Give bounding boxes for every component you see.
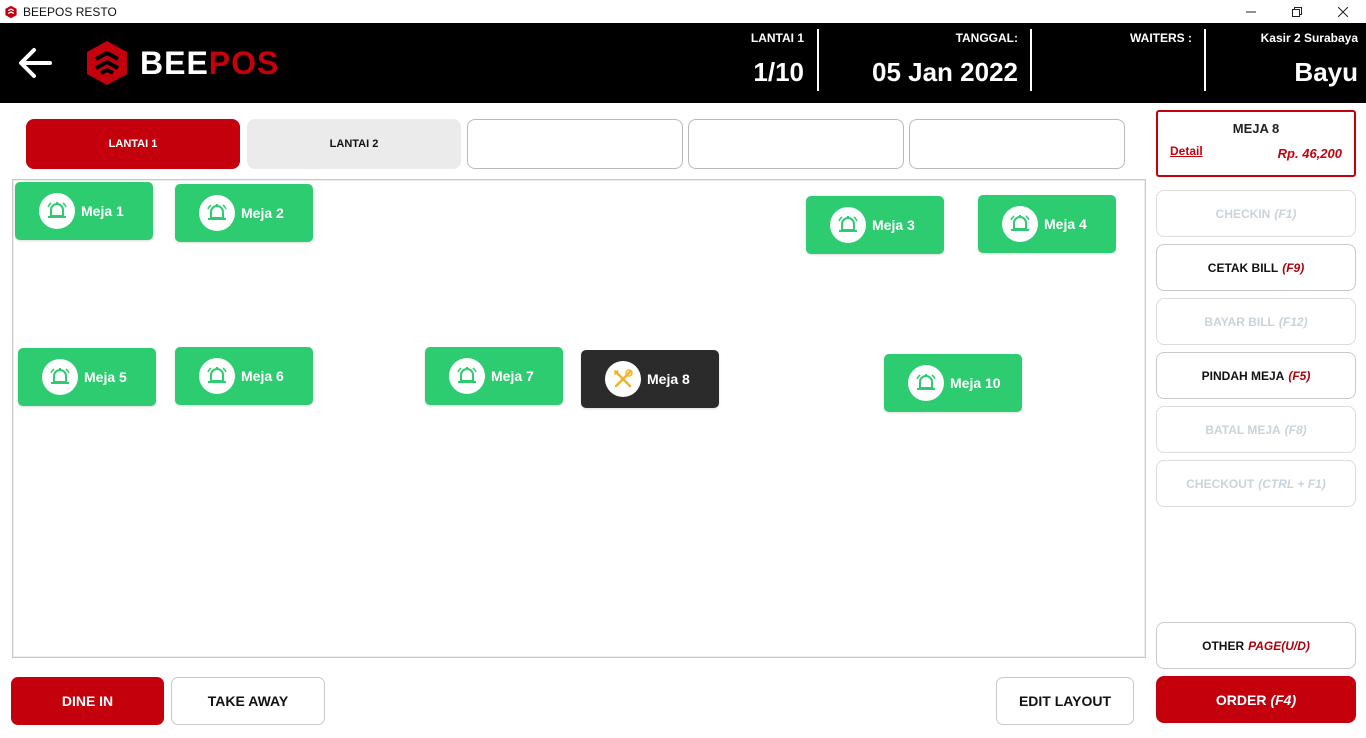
table-meja-7[interactable]: Meja 7 [425, 347, 563, 405]
header-divider [817, 29, 819, 91]
table-name: Meja 5 [84, 369, 127, 385]
table-meja-8[interactable]: Meja 8 [581, 350, 719, 408]
brand-name: BEEPOS [140, 45, 279, 82]
cashier-name: Bayu [1294, 57, 1358, 87]
brand-name-bee: BEE [140, 44, 209, 81]
shortcut-key: (F8) [1284, 422, 1307, 437]
brand-name-pos: POS [208, 44, 280, 81]
table-name: Meja 7 [491, 368, 534, 384]
button-label: OTHER [1202, 638, 1245, 653]
window-controls [1228, 0, 1366, 23]
button-label: CHECKIN [1215, 206, 1271, 221]
header-divider [1204, 29, 1206, 91]
floor-indicator: LANTAI 1 1/10 [700, 23, 818, 103]
bell-icon [830, 207, 866, 243]
brand-logo: BEEPOS [84, 39, 279, 87]
table-name: Meja 1 [81, 203, 124, 219]
date-label: TANGGAL: [955, 31, 1018, 45]
tab-empty-3[interactable] [467, 119, 683, 169]
utensils-icon [605, 361, 641, 397]
table-meja-6[interactable]: Meja 6 [175, 347, 313, 405]
waiters-indicator: WAITERS : [1040, 23, 1206, 103]
back-button[interactable] [16, 45, 54, 81]
selected-table-panel: MEJA 8 Detail Rp. 46,200 [1156, 110, 1356, 177]
cashier-indicator: Kasir 2 Surabaya Bayu [1210, 23, 1366, 103]
shortcut-key: (F1) [1274, 206, 1297, 221]
edit-layout-button[interactable]: EDIT LAYOUT [996, 677, 1134, 725]
table-meja-1[interactable]: Meja 1 [15, 182, 153, 240]
button-label: CETAK BILL [1207, 260, 1279, 275]
date-indicator: TANGGAL: 05 Jan 2022 [830, 23, 1032, 103]
table-name: Meja 8 [647, 371, 690, 387]
restore-icon[interactable] [1274, 0, 1320, 23]
shortcut-key: (F9) [1282, 260, 1305, 275]
other-page-button[interactable]: OTHER PAGE(U/D) [1156, 622, 1356, 669]
take-away-button[interactable]: TAKE AWAY [171, 677, 325, 725]
date-value: 05 Jan 2022 [871, 57, 1018, 87]
table-name: Meja 2 [241, 205, 284, 221]
checkout-button[interactable]: CHECKOUT (CTRL + F1) [1156, 460, 1356, 507]
table-meja-3[interactable]: Meja 3 [806, 196, 944, 254]
floor-label: LANTAI 1 [750, 31, 804, 45]
bell-icon [908, 365, 944, 401]
button-label: BAYAR BILL [1204, 314, 1275, 329]
minimize-icon[interactable] [1228, 0, 1274, 23]
batal-meja-button[interactable]: BATAL MEJA (F8) [1156, 406, 1356, 453]
table-meja-5[interactable]: Meja 5 [18, 348, 156, 406]
table-name: Meja 6 [241, 368, 284, 384]
arrow-left-icon [19, 48, 52, 78]
shortcut-key: (F4) [1270, 691, 1297, 708]
cashier-label: Kasir 2 Surabaya [1260, 31, 1358, 45]
button-label: CHECKOUT [1186, 476, 1255, 491]
beepos-hexagon-icon [87, 41, 127, 85]
shortcut-key: PAGE(U/D) [1248, 638, 1310, 653]
bell-icon [199, 195, 235, 231]
bell-icon [449, 358, 485, 394]
shortcut-key: (F5) [1288, 368, 1311, 383]
bell-icon [39, 193, 75, 229]
table-name: Meja 3 [872, 217, 915, 233]
bell-icon [1002, 206, 1038, 242]
selected-table-price: Rp. 46,200 [1277, 146, 1342, 161]
tab-empty-5[interactable] [909, 119, 1125, 169]
tab-empty-4[interactable] [688, 119, 904, 169]
beepos-logo-icon [5, 5, 17, 18]
window-titlebar: BEEPOS RESTO [0, 0, 1366, 23]
close-icon[interactable] [1320, 0, 1366, 23]
bell-icon [42, 359, 78, 395]
order-button[interactable]: ORDER (F4) [1156, 676, 1356, 723]
floor-layout: Meja 1 Meja 2 Meja 3 Meja 4 Meja 5 Meja … [12, 179, 1146, 658]
dine-in-button[interactable]: DINE IN [11, 677, 164, 725]
cetak-bill-button[interactable]: CETAK BILL (F9) [1156, 244, 1356, 291]
pindah-meja-button[interactable]: PINDAH MEJA (F5) [1156, 352, 1356, 399]
tab-lantai-1[interactable]: LANTAI 1 [26, 119, 240, 169]
bell-icon [199, 358, 235, 394]
app-header: BEEPOS LANTAI 1 1/10 TANGGAL: 05 Jan 202… [0, 23, 1366, 103]
button-label: BATAL MEJA [1205, 422, 1281, 437]
table-meja-2[interactable]: Meja 2 [175, 184, 313, 242]
shortcut-key: (F12) [1278, 314, 1308, 329]
button-label: PINDAH MEJA [1201, 368, 1285, 383]
table-meja-4[interactable]: Meja 4 [978, 195, 1116, 253]
detail-link[interactable]: Detail [1170, 144, 1203, 158]
bayar-bill-button[interactable]: BAYAR BILL (F12) [1156, 298, 1356, 345]
floor-value: 1/10 [753, 57, 804, 87]
table-name: Meja 4 [1044, 216, 1087, 232]
selected-table-title: MEJA 8 [1232, 121, 1280, 136]
shortcut-key: (CTRL + F1) [1258, 476, 1326, 491]
tab-lantai-2[interactable]: LANTAI 2 [247, 119, 461, 169]
button-label: ORDER [1215, 691, 1267, 708]
header-divider [1030, 29, 1032, 91]
checkin-button[interactable]: CHECKIN (F1) [1156, 190, 1356, 237]
table-name: Meja 10 [950, 375, 1001, 391]
waiters-label: WAITERS : [1130, 31, 1192, 45]
table-meja-10[interactable]: Meja 10 [884, 354, 1022, 412]
window-title: BEEPOS RESTO [23, 4, 117, 19]
